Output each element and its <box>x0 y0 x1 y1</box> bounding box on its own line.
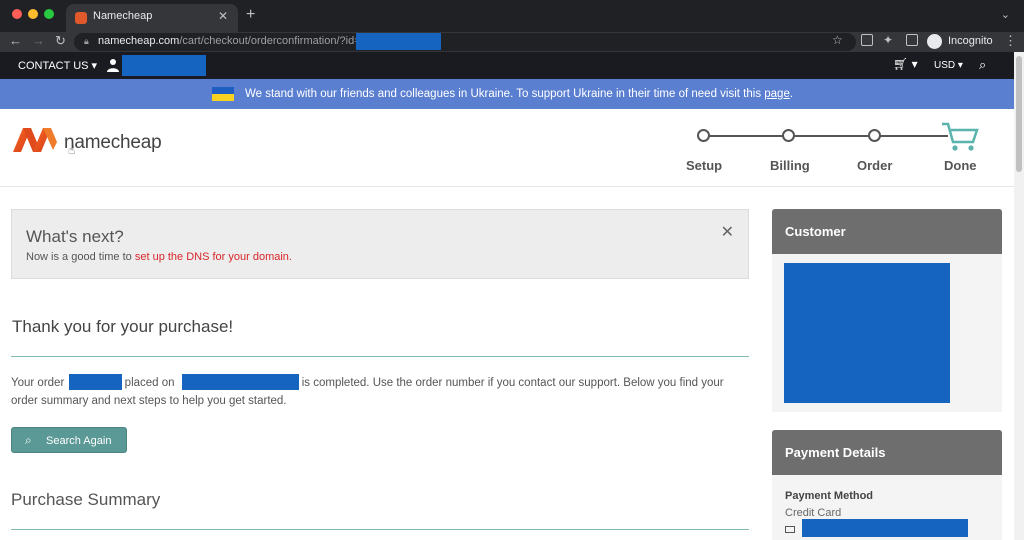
lock-icon: 🔒︎ <box>84 36 89 46</box>
page-scrollbar[interactable] <box>1014 52 1024 540</box>
step-setup-label: Setup <box>686 158 723 173</box>
site-top-bar: CONTACT US ▾ 🛒︎ ▾ USD ▾ ⌕ <box>0 52 1014 79</box>
ukraine-flag-icon <box>212 87 234 101</box>
browser-menu-icon[interactable]: ⋮ <box>1004 33 1017 49</box>
search-icon[interactable]: ⌕ <box>979 57 986 73</box>
back-icon[interactable]: ← <box>9 33 22 48</box>
step-done-label: Done <box>944 158 977 173</box>
step-billing-label: Billing <box>770 158 810 173</box>
namecheap-favicon-icon <box>75 12 87 24</box>
user-icon[interactable] <box>106 58 120 72</box>
payment-method-label: Payment Method <box>785 490 874 502</box>
search-again-label: Search Again <box>46 435 112 447</box>
close-window-button[interactable] <box>12 9 22 19</box>
minimize-window-button[interactable] <box>28 9 38 19</box>
tab-search-chevron-icon[interactable]: ⌄ <box>1001 8 1010 21</box>
setup-dns-link[interactable]: set up the DNS for your domain. <box>135 251 292 263</box>
customer-title: Customer <box>785 224 846 239</box>
customer-panel: Customer <box>772 209 1002 412</box>
payment-details-panel: Payment Details Payment Method Credit Ca… <box>772 430 1002 540</box>
step-billing-dot <box>782 129 795 142</box>
step-order-dot <box>868 129 881 142</box>
maximize-window-button[interactable] <box>44 9 54 19</box>
mouse-pointer-icon: ☝︎ <box>68 143 76 157</box>
cart-menu[interactable]: 🛒︎ ▾ <box>893 57 918 71</box>
payment-title: Payment Details <box>785 445 886 460</box>
extension-icon[interactable] <box>861 34 873 46</box>
address-bar[interactable]: 🔒︎ namecheap.com/cart/checkout/orderconf… <box>74 33 856 51</box>
customer-panel-header: Customer <box>772 209 1002 254</box>
banner-page-link[interactable]: page <box>764 88 790 100</box>
redacted-username <box>122 55 206 76</box>
search-again-button[interactable]: ⌕ Search Again <box>11 427 127 453</box>
bookmark-star-icon[interactable]: ☆ <box>832 33 843 47</box>
redacted-card-number <box>802 519 968 537</box>
browser-tab-bar: Namecheap ✕ + ⌄ <box>0 0 1024 32</box>
namecheap-logo-text[interactable]: namecheap <box>64 132 162 154</box>
reload-icon[interactable]: ↻ <box>55 33 66 49</box>
whats-next-notice: What's next? Now is a good time to set u… <box>11 209 749 279</box>
search-icon: ⌕ <box>25 433 32 447</box>
divider <box>11 356 749 357</box>
step-setup-dot <box>697 129 710 142</box>
close-tab-icon[interactable]: ✕ <box>218 9 228 23</box>
credit-card-icon <box>785 526 795 533</box>
forward-icon[interactable]: → <box>32 33 45 48</box>
divider <box>11 529 749 530</box>
order-confirmation-text: Your order, placed on is completed. Use … <box>11 377 724 407</box>
payment-panel-header: Payment Details <box>772 430 1002 475</box>
thank-you-title: Thank you for your purchase! <box>12 317 234 336</box>
progress-line <box>708 135 948 137</box>
purchase-summary-title: Purchase Summary <box>11 490 161 509</box>
close-notice-icon[interactable]: ✕ <box>721 222 734 242</box>
browser-toolbar: ← → ↻ 🔒︎ namecheap.com/cart/checkout/ord… <box>0 32 1024 52</box>
incognito-icon[interactable] <box>927 34 942 49</box>
notice-text: Now is a good time to set up the DNS for… <box>26 251 292 263</box>
sidebar-icon[interactable] <box>906 34 918 46</box>
redacted-order-date <box>182 374 299 390</box>
namecheap-logo-icon[interactable] <box>11 126 59 154</box>
cart-done-icon <box>942 122 979 151</box>
incognito-label: Incognito <box>948 35 993 47</box>
currency-selector[interactable]: USD ▾ <box>934 60 963 71</box>
puzzle-extensions-icon[interactable]: ✦ <box>883 33 893 47</box>
checkout-header: namecheap ☝︎ Setup Billing Order Done <box>0 109 1014 187</box>
scrollbar-thumb[interactable] <box>1016 56 1022 172</box>
tab-title: Namecheap <box>93 10 153 22</box>
redacted-customer-info <box>784 263 950 403</box>
banner-text: We stand with our friends and colleagues… <box>245 88 794 100</box>
notice-title: What's next? <box>26 227 124 246</box>
new-tab-icon[interactable]: + <box>246 6 255 24</box>
step-order-label: Order <box>857 158 893 173</box>
browser-tab[interactable]: Namecheap ✕ <box>66 4 238 32</box>
url-text: namecheap.com/cart/checkout/orderconfirm… <box>98 35 361 47</box>
payment-method-value: Credit Card <box>785 507 842 519</box>
contact-us-menu[interactable]: CONTACT US ▾ <box>18 59 97 72</box>
ukraine-banner: We stand with our friends and colleagues… <box>0 79 1014 109</box>
redacted-order-number <box>69 374 122 390</box>
redacted-order-id <box>356 33 441 50</box>
